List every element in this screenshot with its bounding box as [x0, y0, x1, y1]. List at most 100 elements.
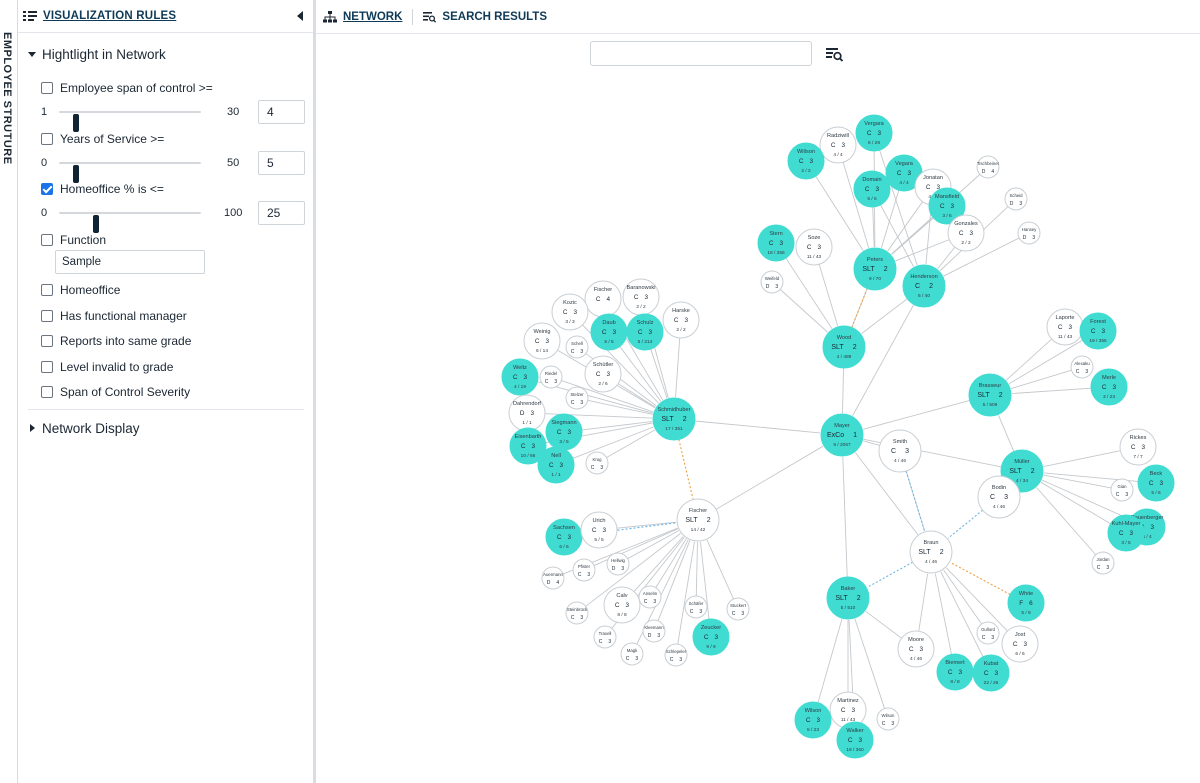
node-nell[interactable]: Nell C 3 1 / 1 [537, 446, 575, 484]
node-vergara1[interactable]: Vergara C 3 6 / 28 [855, 114, 893, 152]
span-value-input[interactable] [258, 100, 305, 124]
node-merle[interactable]: Merle C 3 3 / 23 [1090, 368, 1128, 406]
node-gonzales[interactable]: Gonzales C 3 2 / 2 [947, 214, 985, 252]
node-hansey[interactable]: Hansey D 3 [1017, 221, 1041, 245]
node-magk[interactable]: Magk C 3 [620, 642, 644, 666]
node-steinbruck[interactable]: Steinbrück C 3 [565, 601, 589, 625]
homeoffice-slider-thumb[interactable] [93, 215, 99, 233]
node-kozic[interactable]: Kozic C 3 3 / 3 [551, 293, 589, 331]
node-brasseur[interactable]: Brasseur SLT 25 / 509 [968, 373, 1012, 417]
node-weinig[interactable]: Weinig C 3 6 / 14 [523, 322, 561, 360]
node-forest[interactable]: Forest C 3 19 / 355 [1079, 312, 1117, 350]
collapse-panel-icon[interactable] [297, 11, 303, 21]
node-peters[interactable]: Peters SLT 29 / 70 [853, 247, 897, 291]
node-anselm[interactable]: Anselm C 3 [638, 585, 662, 609]
visualization-rules-panel: VISUALIZATION RULES Hightlight in Networ… [18, 0, 313, 783]
node-pfister[interactable]: Pfister C 3 [572, 558, 596, 582]
node-name: Martinez [837, 698, 859, 704]
node-kubat[interactable]: Kubat C 3 22 / 26 [972, 654, 1010, 692]
node-hellwig[interactable]: Hellwig D 3 [606, 552, 630, 576]
node-fischer1[interactable]: Fischer C 4 [584, 280, 622, 318]
network-graph[interactable]: MayerExCo 19 / 2067 WoodSLT 24 / 489 PetersS… [316, 34, 1200, 783]
node-jordan[interactable]: Jordan C 3 [1091, 551, 1115, 575]
function-checkbox[interactable] [41, 234, 53, 246]
level-invalid-checkbox[interactable] [41, 361, 53, 373]
node-traxell[interactable]: Traxell C 3 [593, 625, 617, 649]
functional-manager-checkbox[interactable] [41, 310, 53, 322]
span-slider[interactable] [59, 111, 201, 132]
node-urich[interactable]: Urich C 3 5 / 5 [580, 511, 618, 549]
homeoffice-value-input[interactable] [258, 201, 305, 225]
node-weifeld[interactable]: Weifeld D 3 [760, 270, 784, 294]
span-slider-thumb[interactable] [73, 114, 79, 132]
homeoffice-percent-checkbox[interactable] [41, 183, 53, 195]
node-rickes[interactable]: Rickes C 3 7 / 7 [1119, 428, 1157, 466]
node-henderson[interactable]: Henderson C 2 6 / 40 [902, 264, 946, 308]
node-alexaku[interactable]: Alexaku C 3 [1070, 355, 1094, 379]
node-wilsson[interactable]: Wilson C 3 [876, 707, 900, 731]
node-dahrendorf[interactable]: Dahrendorf D 3 1 / 1 [508, 394, 546, 432]
node-level: 3 [635, 656, 638, 662]
node-baranowski[interactable]: Baranowski C 3 2 / 2 [622, 278, 660, 316]
homeoffice-slider[interactable] [59, 212, 201, 233]
node-kuhl[interactable]: Kuhl-Mayer C 3 3 / 5 [1107, 514, 1145, 552]
node-gullord[interactable]: Gullord C 3 [976, 621, 1000, 645]
panel-title[interactable]: VISUALIZATION RULES [43, 10, 176, 22]
node-wood[interactable]: Wood SLT 24 / 489 [822, 325, 866, 369]
tab-search-results[interactable]: SEARCH RESULTS [423, 11, 547, 23]
service-value-input[interactable] [258, 151, 305, 175]
node-baker[interactable]: Baker SLT 25 / 510 [826, 576, 870, 620]
node-tisch[interactable]: Tischbeiner D 4 [976, 155, 1000, 179]
node-krug[interactable]: Krug C 3 [585, 451, 609, 475]
node-radziwill[interactable]: Radziwill C 3 4 / 4 [819, 126, 857, 164]
node-schuetler[interactable]: Schütler C 3 2 / 6 [584, 355, 622, 393]
node-wilson[interactable]: Wilson C 3 5 / 23 [794, 701, 832, 739]
node-schmidhuber[interactable]: Schmidhuber SLT 217 / 351 [652, 397, 696, 441]
node-biemert[interactable]: Biemert C 3 8 / 8 [936, 653, 974, 691]
soc-severity-checkbox[interactable] [41, 386, 53, 398]
node-weltz[interactable]: Weltz C 3 4 / 19 [501, 358, 539, 396]
years-of-service-checkbox[interactable] [41, 133, 53, 145]
service-slider[interactable] [59, 162, 201, 183]
node-harske[interactable]: Harske C 3 2 / 2 [662, 301, 700, 339]
display-section-toggle[interactable]: Network Display [18, 416, 313, 440]
node-auerman[interactable]: Auermann D 4 [541, 566, 565, 590]
node-mayer[interactable]: Mayer ExCo 19 / 2067 [820, 413, 864, 457]
node-siegmann[interactable]: Siegmann C 3 3 / 5 [545, 413, 583, 451]
node-moore[interactable]: Moore C 3 4 / 46 [897, 630, 935, 668]
node-zeucker[interactable]: Zeucker C 3 9 / 9 [692, 618, 730, 656]
node-stelzer[interactable]: Stelzer C 3 [565, 386, 589, 410]
node-bodin[interactable]: Bodin C 3 4 / 46 [977, 475, 1021, 519]
same-grade-checkbox[interactable] [41, 335, 53, 347]
node-sachsen[interactable]: Sachsen C 3 6 / 6 [545, 518, 583, 556]
node-white[interactable]: White F 6 5 / 9 [1007, 584, 1045, 622]
node-daub[interactable]: Daub C 3 5 / 5 [590, 313, 628, 351]
node-schaefer[interactable]: Schäfer C 3 [684, 595, 708, 619]
node-schell[interactable]: Schell C 3 [565, 335, 589, 359]
node-fischer2[interactable]: Fischer SLT 214 / 42 [676, 498, 720, 542]
node-beck[interactable]: Beck C 3 5 / 6 [1137, 464, 1175, 502]
node-riedel[interactable]: Riedel C 3 [539, 365, 563, 389]
employee-structure-strip[interactable]: EMPLOYEE STRUTURE [0, 0, 18, 783]
node-stern[interactable]: Stern C 3 18 / 355 [757, 224, 795, 262]
node-laporte[interactable]: Laporte C 3 11 / 43 [1046, 308, 1084, 346]
node-jost[interactable]: Jost C 3 6 / 6 [1001, 625, 1039, 663]
node-stuckert[interactable]: Stuckert C 3 [726, 597, 750, 621]
node-calv[interactable]: Calv C 3 8 / 8 [603, 586, 641, 624]
node-soze[interactable]: Soze C 3 11 / 43 [795, 228, 833, 266]
node-schlepeler[interactable]: Schlepeler C 3 [664, 643, 688, 667]
highlight-section-toggle[interactable]: Hightlight in Network [18, 42, 313, 66]
node-domain[interactable]: Domain C 3 5 / 6 [853, 170, 891, 208]
tab-network[interactable]: NETWORK [323, 10, 402, 23]
function-input[interactable] [55, 250, 205, 274]
span-of-control-checkbox[interactable] [41, 82, 53, 94]
node-schulz[interactable]: Schulz C 3 5 / 214 [626, 313, 664, 351]
node-walker[interactable]: Walker C 3 18 / 360 [836, 721, 874, 759]
node-kleemann[interactable]: Kleemann D 3 [642, 619, 666, 643]
node-braun[interactable]: Braun SLT 24 / 46 [909, 530, 953, 574]
node-willson[interactable]: Willson C 3 2 / 2 [787, 142, 825, 180]
node-smith[interactable]: Smith C 3 4 / 46 [878, 429, 922, 473]
homeoffice-checkbox[interactable] [41, 284, 53, 296]
node-gian[interactable]: Gian C 3 [1110, 478, 1134, 502]
node-scheid[interactable]: Scheid D 3 [1004, 187, 1028, 211]
